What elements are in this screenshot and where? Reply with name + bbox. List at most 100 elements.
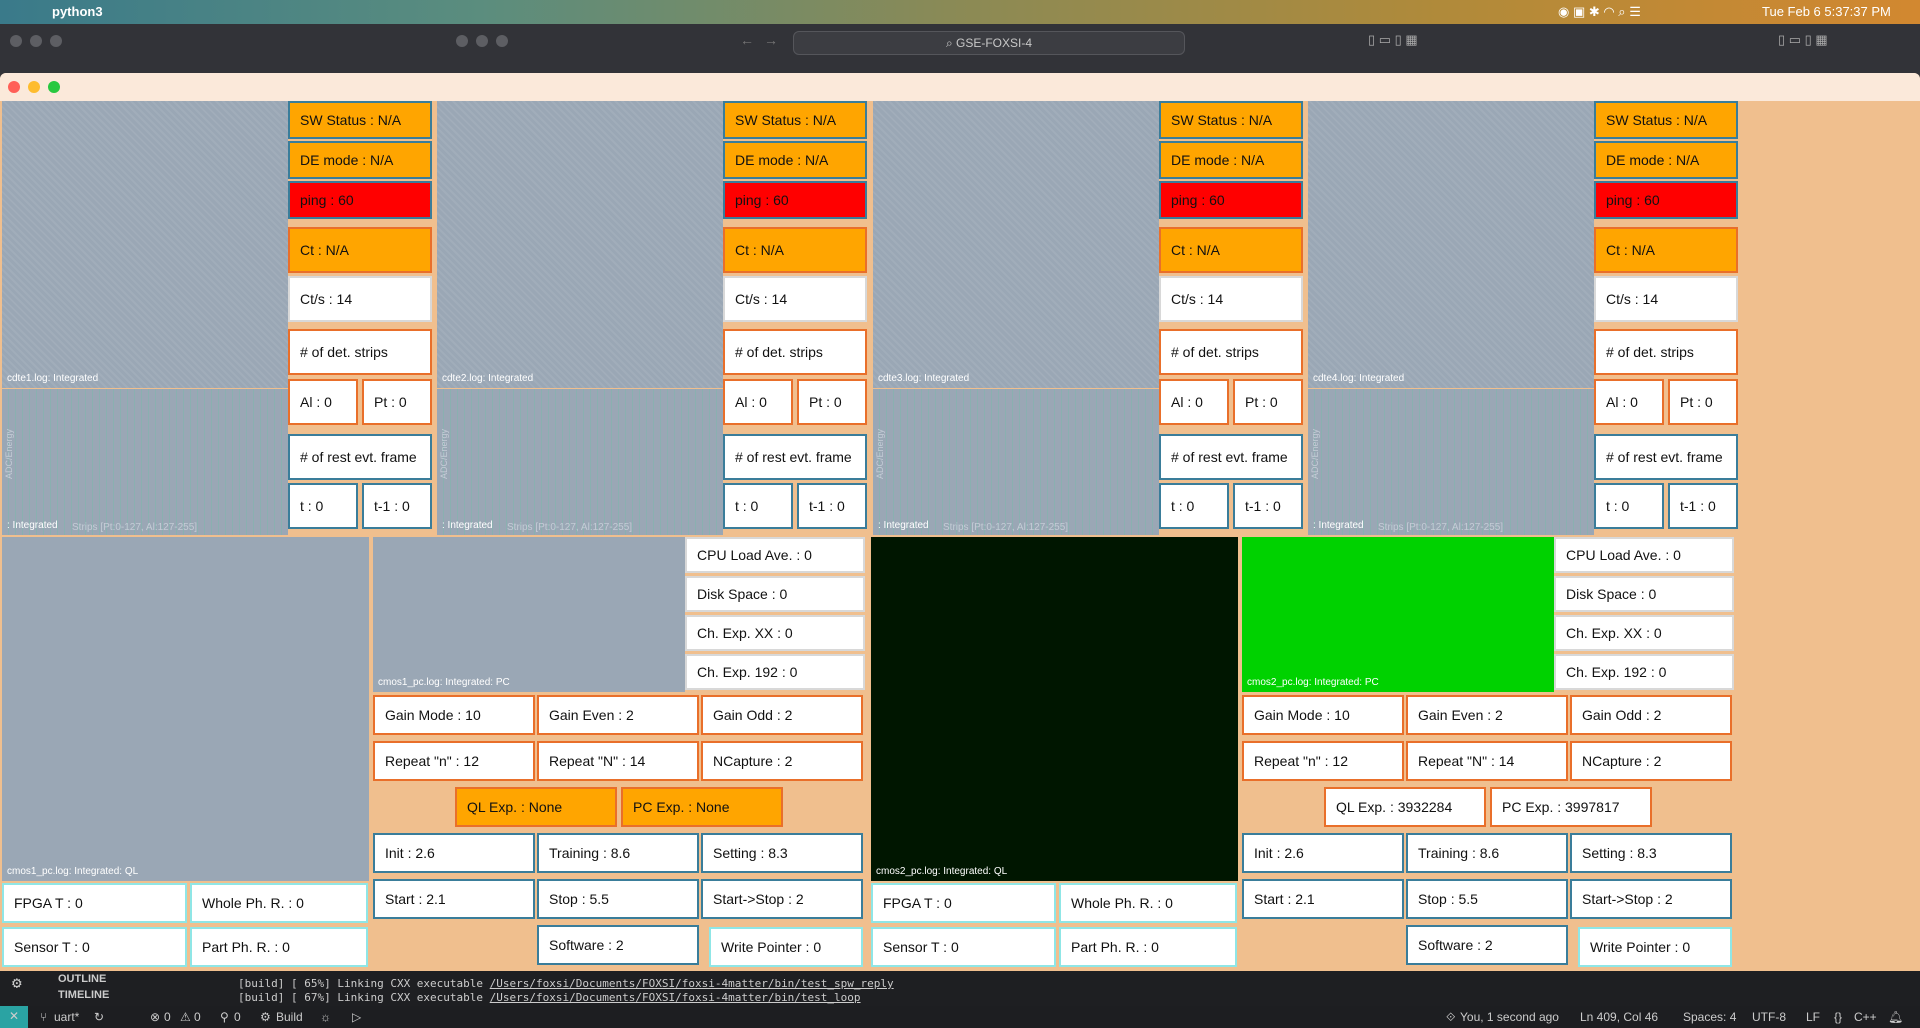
cdte-image-plot[interactable]: cdte1.log: Integrated xyxy=(2,101,288,388)
run-icon[interactable]: ▷ xyxy=(352,1010,361,1024)
setting-time: Setting : 8.3 xyxy=(701,833,863,873)
de-mode: DE mode : N/A xyxy=(288,141,432,179)
close-icon[interactable] xyxy=(8,81,20,93)
pc-exposure: PC Exp. : 3997817 xyxy=(1490,787,1652,827)
ping-status: ping : 60 xyxy=(1159,181,1303,219)
cmos-ql-plot[interactable]: cmos1_pc.log: Integrated: QL xyxy=(2,537,369,881)
start-stop-time: Start->Stop : 2 xyxy=(701,879,863,919)
menu-clock[interactable]: Tue Feb 6 5:37:37 PM xyxy=(1762,4,1891,19)
gain-even: Gain Even : 2 xyxy=(537,695,699,735)
minimize-icon[interactable] xyxy=(476,35,488,47)
plot-label: : Integrated xyxy=(878,520,929,531)
minimize-icon[interactable] xyxy=(30,35,42,47)
training-time: Training : 8.6 xyxy=(537,833,699,873)
count-rate: Ct/s : 14 xyxy=(723,276,867,322)
ql-exposure: QL Exp. : None xyxy=(455,787,617,827)
system-tray-icons[interactable]: ◉ ▣ ✱ ◠ ⌕ ☰ xyxy=(1558,4,1641,20)
cmos-pc-plot[interactable]: cmos2_pc.log: Integrated: PC xyxy=(1242,537,1554,692)
app-name[interactable]: python3 xyxy=(52,4,103,19)
rest-frame-header: # of rest evt. frame xyxy=(288,434,432,480)
y-axis-label: ADC/Energy xyxy=(439,429,449,480)
close-icon[interactable] xyxy=(456,35,468,47)
stop-time: Stop : 5.5 xyxy=(537,879,699,919)
plot-label: cmos2_pc.log: Integrated: PC xyxy=(1247,677,1379,688)
frame-t-minus-1: t-1 : 0 xyxy=(1668,483,1738,529)
gain-odd: Gain Odd : 2 xyxy=(1570,695,1732,735)
ql-exposure: QL Exp. : 3932284 xyxy=(1324,787,1486,827)
cdte-strips-plot[interactable]: : Integrated Strips [Pt:0-127, Al:127-255… xyxy=(437,389,723,535)
software-time: Software : 2 xyxy=(537,925,699,965)
stop-time: Stop : 5.5 xyxy=(1406,879,1568,919)
x-axis-label: Strips [Pt:0-127, Al:127-255] xyxy=(1378,522,1504,533)
zoom-icon[interactable] xyxy=(496,35,508,47)
frame-t: t : 0 xyxy=(1594,483,1664,529)
timeline-section[interactable]: TIMELINE xyxy=(58,989,109,1001)
forward-arrow-icon[interactable]: → xyxy=(764,32,778,48)
plot-label: cmos1_pc.log: Integrated: PC xyxy=(378,677,510,688)
plot-label: cdte2.log: Integrated xyxy=(442,373,534,384)
frame-t-minus-1: t-1 : 0 xyxy=(797,483,867,529)
cmos-pc-plot[interactable]: cmos1_pc.log: Integrated: PC xyxy=(373,537,685,692)
pt-strips: Pt : 0 xyxy=(797,379,867,425)
det-strips-header: # of det. strips xyxy=(1159,329,1303,375)
layout-icons[interactable]: ▯ ▭ ▯ ▦ xyxy=(1368,32,1418,48)
layout-icons[interactable]: ▯ ▭ ▯ ▦ xyxy=(1778,32,1828,48)
file-link[interactable]: /Users/foxsi/Documents/FOXSI/foxsi-4matt… xyxy=(490,991,861,1004)
y-axis-label: ADC/Energy xyxy=(1310,429,1320,480)
plot-label: : Integrated xyxy=(1313,520,1364,531)
error-count[interactable]: 0 xyxy=(164,1010,171,1024)
build-button[interactable]: Build xyxy=(276,1010,303,1024)
command-center-search[interactable]: ⌕ GSE-FOXSI-4 xyxy=(793,31,1185,55)
remote-icon[interactable]: ✕ xyxy=(0,1006,28,1028)
cdte-image-plot[interactable]: cdte3.log: Integrated xyxy=(873,101,1159,388)
cdte-image-plot[interactable]: cdte4.log: Integrated xyxy=(1308,101,1594,388)
gain-odd: Gain Odd : 2 xyxy=(701,695,863,735)
de-mode: DE mode : N/A xyxy=(1159,141,1303,179)
window-titlebar xyxy=(0,73,1920,101)
zoom-icon[interactable] xyxy=(48,81,60,93)
minimize-icon[interactable] xyxy=(28,81,40,93)
sync-icon[interactable]: ↻ xyxy=(94,1010,104,1024)
ports-count[interactable]: 0 xyxy=(234,1010,241,1024)
gain-even: Gain Even : 2 xyxy=(1406,695,1568,735)
x-axis-label: Strips [Pt:0-127, Al:127-255] xyxy=(943,522,1069,533)
cdte-strips-plot[interactable]: : Integrated Strips [Pt:0-127, Al:127-255… xyxy=(873,389,1159,535)
gse-content: cdte1.log: Integrated : Integrated Strips … xyxy=(0,101,1920,971)
plot-label: : Integrated xyxy=(7,520,58,531)
count-total: Ct : N/A xyxy=(723,227,867,273)
det-strips-header: # of det. strips xyxy=(1594,329,1738,375)
branch-name[interactable]: uart* xyxy=(54,1010,79,1024)
language-mode[interactable]: C++ xyxy=(1854,1010,1877,1024)
cursor-position[interactable]: Ln 409, Col 46 xyxy=(1580,1010,1658,1024)
repeat-big-n: Repeat "N" : 14 xyxy=(537,741,699,781)
x-axis-label: Strips [Pt:0-127, Al:127-255] xyxy=(507,522,633,533)
gear-icon[interactable]: ⚙ xyxy=(12,973,22,992)
cdte-image-plot[interactable]: cdte2.log: Integrated xyxy=(437,101,723,388)
debug-icon[interactable]: ☼ xyxy=(320,1010,331,1024)
bell-icon[interactable]: 🔔︎ xyxy=(1888,1010,1903,1024)
eol[interactable]: LF xyxy=(1806,1010,1820,1024)
zoom-icon[interactable] xyxy=(50,35,62,47)
ch-exp-192: Ch. Exp. 192 : 0 xyxy=(685,654,865,690)
start-time: Start : 2.1 xyxy=(373,879,535,919)
back-arrow-icon[interactable]: ← xyxy=(740,32,754,48)
repeat-small-n: Repeat "n" : 12 xyxy=(373,741,535,781)
encoding[interactable]: UTF-8 xyxy=(1752,1010,1786,1024)
al-strips: Al : 0 xyxy=(1159,379,1229,425)
branch-icon: ⑂ xyxy=(40,1010,48,1024)
setting-time: Setting : 8.3 xyxy=(1570,833,1732,873)
indentation[interactable]: Spaces: 4 xyxy=(1683,1010,1736,1024)
git-blame[interactable]: You, 1 second ago xyxy=(1460,1010,1559,1024)
file-link[interactable]: /Users/foxsi/Documents/FOXSI/foxsi-4matt… xyxy=(490,977,894,990)
ch-exp-xx: Ch. Exp. XX : 0 xyxy=(685,615,865,651)
cmos-ql-plot[interactable]: cmos2_pc.log: Integrated: QL xyxy=(871,537,1238,881)
whole-photon-rate: Whole Ph. R. : 0 xyxy=(1059,883,1237,923)
sw-status: SW Status : N/A xyxy=(1159,101,1303,139)
al-strips: Al : 0 xyxy=(288,379,358,425)
cdte-strips-plot[interactable]: : Integrated Strips [Pt:0-127, Al:127-255… xyxy=(2,389,288,535)
cdte-strips-plot[interactable]: : Integrated Strips [Pt:0-127, Al:127-255… xyxy=(1308,389,1594,535)
outline-section[interactable]: OUTLINE xyxy=(58,973,106,985)
warning-count[interactable]: 0 xyxy=(194,1010,201,1024)
repeat-small-n: Repeat "n" : 12 xyxy=(1242,741,1404,781)
close-icon[interactable] xyxy=(10,35,22,47)
